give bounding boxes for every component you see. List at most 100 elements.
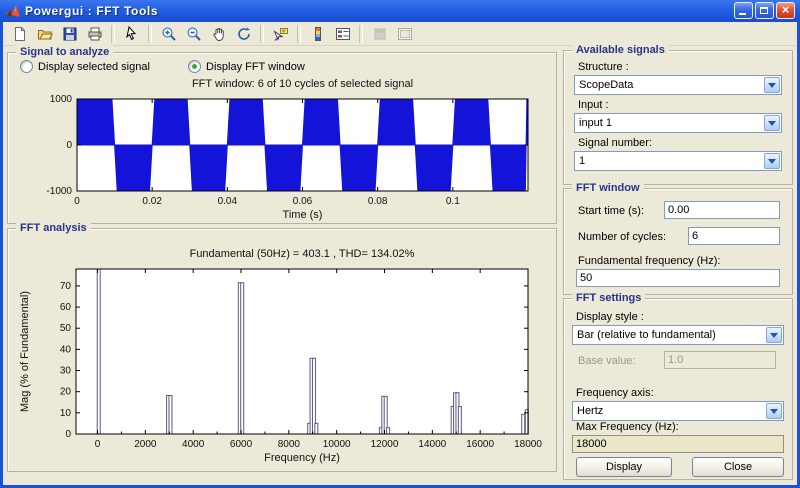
signal-group-title: Signal to analyze <box>16 45 113 59</box>
toolbar-separator <box>111 25 115 43</box>
pointer-icon <box>124 26 140 42</box>
zoom-out-icon <box>186 26 202 42</box>
svg-text:1000: 1000 <box>50 94 73 105</box>
fft-group-title: FFT analysis <box>16 221 91 235</box>
fundamental-frequency-field[interactable] <box>576 269 780 287</box>
chevron-down-icon[interactable] <box>764 153 780 169</box>
zoom-in-button[interactable] <box>156 22 181 45</box>
available-signals-group: Available signals Structure : ScopeData … <box>563 50 793 185</box>
fft-settings-title: FFT settings <box>572 291 645 305</box>
fft-window-title: FFT window <box>572 181 644 195</box>
docked-window-button <box>392 22 417 45</box>
svg-text:20: 20 <box>60 387 72 398</box>
svg-text:70: 70 <box>60 281 72 292</box>
svg-text:0.06: 0.06 <box>293 196 313 207</box>
start-time-label: Start time (s): <box>578 205 644 217</box>
open-file-button[interactable] <box>32 22 57 45</box>
data-cursor-icon <box>273 26 289 42</box>
svg-text:4000: 4000 <box>182 439 205 450</box>
svg-text:0: 0 <box>65 429 71 440</box>
svg-text:14000: 14000 <box>418 439 446 450</box>
close-dialog-button[interactable]: Close <box>692 457 784 477</box>
base-value-label: Base value: <box>578 355 635 367</box>
input-label: Input : <box>578 99 609 111</box>
svg-text:0.02: 0.02 <box>142 196 162 207</box>
svg-text:12000: 12000 <box>371 439 399 450</box>
minimize-button[interactable] <box>734 2 753 19</box>
pan-icon <box>211 26 227 42</box>
max-frequency-field[interactable] <box>572 435 784 453</box>
signal-number-select[interactable]: 1 <box>574 151 782 171</box>
svg-text:Frequency (Hz): Frequency (Hz) <box>264 452 340 464</box>
start-time-field[interactable] <box>664 201 780 219</box>
max-frequency-label: Max Frequency (Hz): <box>576 421 679 433</box>
frequency-axis-select[interactable]: Hertz <box>572 401 784 421</box>
svg-text:18000: 18000 <box>514 439 542 450</box>
fft-analysis-group: FFT analysis 020004000600080001000012000… <box>7 228 557 472</box>
docked-window-icon <box>397 26 413 42</box>
fft-settings-group: FFT settings Display style : Bar (relati… <box>563 298 793 480</box>
new-file-icon <box>12 26 28 42</box>
display-style-select[interactable]: Bar (relative to fundamental) <box>572 325 784 345</box>
display-button[interactable]: Display <box>576 457 672 477</box>
number-of-cycles-label: Number of cycles: <box>578 231 666 243</box>
input-select[interactable]: input 1 <box>574 113 782 133</box>
fft-window-group: FFT window Start time (s): Number of cyc… <box>563 188 793 295</box>
toolbar-separator <box>260 25 264 43</box>
legend-button[interactable] <box>330 22 355 45</box>
svg-text:0: 0 <box>74 196 80 207</box>
legend-icon <box>335 26 351 42</box>
chevron-down-icon[interactable] <box>766 403 782 419</box>
app-window: Powergui : FFT Tools × Signal to analyze… <box>0 0 800 488</box>
chevron-down-icon[interactable] <box>764 77 780 93</box>
svg-text:0: 0 <box>95 439 101 450</box>
close-icon: × <box>777 2 794 17</box>
number-of-cycles-field[interactable] <box>688 227 780 245</box>
window-title: Powergui : FFT Tools <box>25 4 158 18</box>
input-value: input 1 <box>579 117 612 129</box>
brush-icon <box>372 26 388 42</box>
svg-text:0.1: 0.1 <box>446 196 460 207</box>
print-icon <box>87 26 103 42</box>
rotate-3d-button[interactable] <box>231 22 256 45</box>
frequency-axis-value: Hertz <box>577 405 603 417</box>
chevron-down-icon[interactable] <box>766 327 782 343</box>
svg-text:8000: 8000 <box>278 439 301 450</box>
structure-select[interactable]: ScopeData <box>574 75 782 95</box>
brush-button <box>367 22 392 45</box>
open-file-icon <box>37 26 53 42</box>
structure-value: ScopeData <box>579 79 633 91</box>
window-controls: × <box>734 2 795 19</box>
svg-text:16000: 16000 <box>466 439 494 450</box>
new-file-button[interactable] <box>7 22 32 45</box>
toolbar <box>3 22 797 46</box>
minimize-icon <box>739 13 746 15</box>
signal-to-analyze-group: Signal to analyze Display selected signa… <box>7 52 557 224</box>
data-cursor-button[interactable] <box>268 22 293 45</box>
save-button[interactable] <box>57 22 82 45</box>
colorbar-button[interactable] <box>305 22 330 45</box>
zoom-out-button[interactable] <box>181 22 206 45</box>
pointer-button[interactable] <box>119 22 144 45</box>
svg-text:50: 50 <box>60 323 72 334</box>
rotate-3d-icon <box>236 26 252 42</box>
signal-number-value: 1 <box>579 155 585 167</box>
svg-text:0: 0 <box>66 140 72 151</box>
toolbar-separator <box>148 25 152 43</box>
svg-text:-1000: -1000 <box>46 186 72 197</box>
svg-text:60: 60 <box>60 302 72 313</box>
close-button[interactable]: × <box>776 2 795 19</box>
maximize-button[interactable] <box>755 2 774 19</box>
svg-text:30: 30 <box>60 366 72 377</box>
print-button[interactable] <box>82 22 107 45</box>
svg-text:Fundamental (50Hz) = 403.1 , T: Fundamental (50Hz) = 403.1 , THD= 134.02… <box>190 248 415 260</box>
save-icon <box>62 26 78 42</box>
chevron-down-icon[interactable] <box>764 115 780 131</box>
maximize-icon <box>760 7 768 14</box>
structure-label: Structure : <box>578 61 629 73</box>
fundamental-frequency-label: Fundamental frequency (Hz): <box>578 255 720 267</box>
frequency-axis-label: Frequency axis: <box>576 387 654 399</box>
matlab-app-icon <box>5 3 21 19</box>
svg-text:10: 10 <box>60 408 72 419</box>
pan-button[interactable] <box>206 22 231 45</box>
